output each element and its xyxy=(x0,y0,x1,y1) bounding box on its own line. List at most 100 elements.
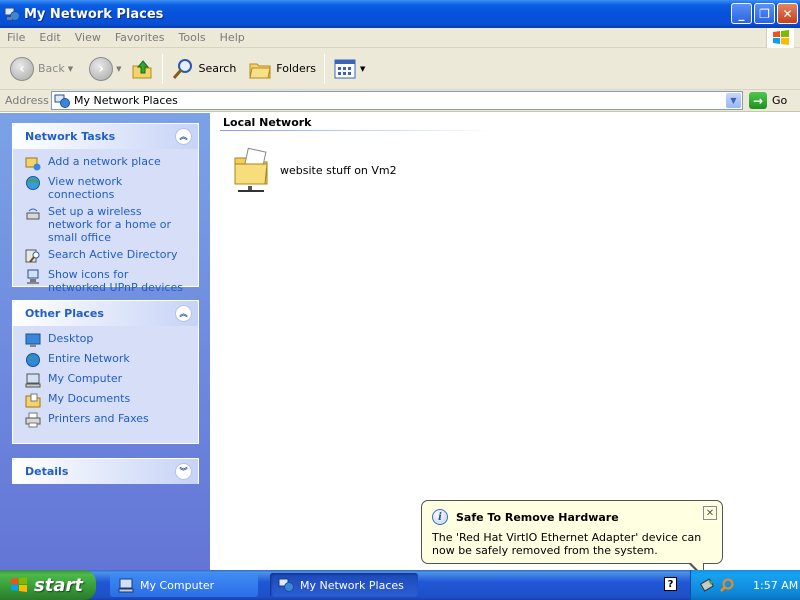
other-places-header[interactable]: Other Places ︽ xyxy=(13,301,198,326)
group-header: Local Network xyxy=(223,116,312,129)
views-button[interactable]: ▼ xyxy=(329,52,369,86)
taskbar-button-my-network-places[interactable]: My Network Places xyxy=(270,573,418,597)
search-label: Search xyxy=(198,62,237,75)
taskbar-button-my-computer[interactable]: My Computer xyxy=(110,573,258,597)
network-folder-item[interactable]: website stuff on Vm2 xyxy=(232,146,397,194)
close-button[interactable]: ✕ xyxy=(777,3,798,24)
search-button[interactable]: Search xyxy=(167,52,241,86)
toolbar: ‹ Back ▼ › ▼ Search Folders ▼ xyxy=(0,48,800,90)
search-directory-icon xyxy=(25,249,40,263)
place-desktop[interactable]: Desktop xyxy=(25,332,190,348)
search-tray-icon[interactable] xyxy=(719,577,735,593)
toolbar-separator xyxy=(324,53,326,84)
menu-tools[interactable]: Tools xyxy=(172,31,213,44)
network-folder-icon xyxy=(234,147,268,192)
up-folder-button[interactable] xyxy=(126,52,158,86)
panel-title: Details xyxy=(25,465,69,478)
taskbar-button-label: My Network Places xyxy=(300,578,404,592)
task-setup-wireless[interactable]: Set up a wireless network for a home or … xyxy=(25,205,190,244)
chevron-down-icon: ▼ xyxy=(360,64,366,73)
add-network-place-icon xyxy=(25,157,41,171)
address-input[interactable]: My Network Places ▼ xyxy=(51,91,743,110)
taskbar: start My Computer My Network Places ? 1:… xyxy=(0,570,800,600)
my-documents-icon xyxy=(25,393,41,408)
start-label: start xyxy=(34,574,83,596)
place-label: My Documents xyxy=(48,392,131,405)
taskbar-button-label: My Computer xyxy=(140,578,215,592)
task-view-network-connections[interactable]: View network connections xyxy=(25,175,190,201)
my-computer-icon xyxy=(118,578,134,593)
desktop-icon xyxy=(25,333,41,347)
menu-file[interactable]: File xyxy=(0,31,32,44)
expand-icon[interactable]: ︾ xyxy=(175,463,192,480)
start-button[interactable]: start xyxy=(0,570,96,600)
back-label: Back xyxy=(38,62,65,75)
balloon-message: The 'Red Hat VirtIO Ethernet Adapter' de… xyxy=(432,531,702,557)
task-search-active-directory[interactable]: Search Active Directory xyxy=(25,248,190,264)
network-places-icon xyxy=(278,578,294,592)
back-button[interactable]: ‹ Back ▼ xyxy=(6,52,77,86)
tasks-pane: Network Tasks ︽ Add a network place View… xyxy=(0,113,210,570)
window-title: My Network Places xyxy=(24,6,164,22)
minimize-button[interactable]: _ xyxy=(731,3,752,24)
address-dropdown-button[interactable]: ▼ xyxy=(726,93,741,108)
place-label: Entire Network xyxy=(48,352,130,365)
notification-balloon[interactable]: i Safe To Remove Hardware The 'Red Hat V… xyxy=(421,500,723,564)
title-bar[interactable]: My Network Places _ ❐ ✕ xyxy=(0,0,800,28)
wireless-network-icon xyxy=(26,208,40,220)
go-button[interactable]: → Go xyxy=(749,92,787,109)
details-header[interactable]: Details ︾ xyxy=(13,459,198,484)
collapse-icon[interactable]: ︽ xyxy=(175,305,192,322)
address-bar: Address My Network Places ▼ → Go xyxy=(0,90,800,112)
help-icon[interactable]: ? xyxy=(664,577,677,591)
windows-logo-icon xyxy=(766,28,794,48)
upnp-devices-icon xyxy=(27,269,39,284)
forward-button[interactable]: › ▼ xyxy=(85,52,125,86)
panel-title: Other Places xyxy=(25,307,104,320)
folders-icon xyxy=(249,63,271,78)
task-label: Search Active Directory xyxy=(48,248,178,261)
panel-title: Network Tasks xyxy=(25,130,116,143)
menu-bar: File Edit View Favorites Tools Help xyxy=(0,28,800,48)
go-arrow-icon: → xyxy=(749,92,767,109)
info-icon: i xyxy=(432,509,448,525)
task-label: Show icons for networked UPnP devices xyxy=(48,268,183,294)
views-icon xyxy=(334,59,356,78)
address-value: My Network Places xyxy=(74,94,178,107)
menu-help[interactable]: Help xyxy=(213,31,252,44)
chevron-down-icon: ▼ xyxy=(116,64,122,73)
network-folder-label: website stuff on Vm2 xyxy=(280,163,397,177)
menu-view[interactable]: View xyxy=(68,31,108,44)
system-tray: 1:57 AM xyxy=(690,570,800,600)
other-places-panel: Other Places ︽ Desktop Entire Network My… xyxy=(12,300,199,444)
entire-network-icon xyxy=(26,353,40,367)
toolbar-separator xyxy=(161,53,163,84)
balloon-title: Safe To Remove Hardware xyxy=(456,510,619,524)
menu-favorites[interactable]: Favorites xyxy=(108,31,172,44)
up-folder-icon xyxy=(132,59,151,78)
place-label: My Computer xyxy=(48,372,123,385)
back-arrow-icon: ‹ xyxy=(10,56,34,81)
task-label: View network connections xyxy=(48,175,123,201)
windows-logo-icon xyxy=(11,577,27,592)
task-add-network-place[interactable]: Add a network place xyxy=(25,155,190,171)
address-label: Address xyxy=(5,94,49,107)
place-label: Printers and Faxes xyxy=(48,412,149,425)
network-tasks-header[interactable]: Network Tasks ︽ xyxy=(13,124,198,149)
folders-button[interactable]: Folders xyxy=(244,52,320,86)
task-label: Set up a wireless network for a home or … xyxy=(48,205,171,244)
task-show-upnp-devices[interactable]: Show icons for networked UPnP devices xyxy=(25,268,190,294)
chevron-down-icon: ▼ xyxy=(67,64,74,73)
collapse-icon[interactable]: ︽ xyxy=(175,128,192,145)
place-printers-and-faxes[interactable]: Printers and Faxes xyxy=(25,412,190,428)
safely-remove-hardware-icon[interactable] xyxy=(699,577,715,593)
go-label: Go xyxy=(772,94,788,107)
place-my-documents[interactable]: My Documents xyxy=(25,392,190,408)
place-my-computer[interactable]: My Computer xyxy=(25,372,190,388)
menu-edit[interactable]: Edit xyxy=(32,31,67,44)
group-divider xyxy=(220,130,490,131)
restore-button[interactable]: ❐ xyxy=(754,3,775,24)
place-entire-network[interactable]: Entire Network xyxy=(25,352,190,368)
balloon-close-button[interactable]: ✕ xyxy=(703,506,717,520)
printers-icon xyxy=(25,412,41,428)
